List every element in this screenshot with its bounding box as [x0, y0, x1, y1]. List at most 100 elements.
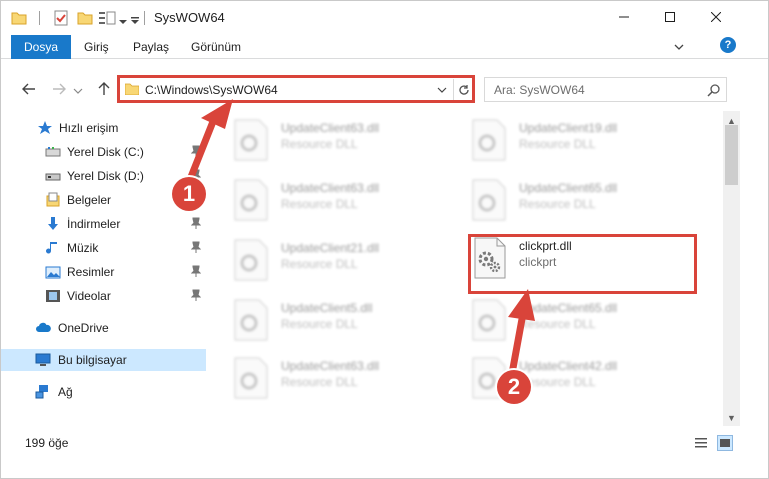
sidebar-item-pictures[interactable]: Resimler: [1, 261, 206, 283]
list-item[interactable]: UpdateClient42.dll Resource DLL: [459, 351, 689, 405]
file-name: UpdateClient63.dll: [281, 359, 380, 373]
sidebar-item-network[interactable]: Ağ: [1, 381, 206, 403]
sidebar-item-label: Resimler: [67, 265, 115, 279]
file-type: Resource DLL: [519, 197, 596, 211]
file-name: UpdateClient5.dll: [281, 301, 373, 315]
network-icon: [35, 385, 48, 399]
step-badge-1: 1: [172, 177, 206, 211]
sidebar-item-this-pc[interactable]: Bu bilgisayar: [1, 349, 206, 371]
dll-file-icon: [234, 357, 268, 399]
sidebar-item-label: Bu bilgisayar: [58, 353, 127, 367]
download-icon: [48, 217, 58, 230]
file-name: UpdateClient19.dll: [519, 121, 618, 135]
search-input[interactable]: Ara: SysWOW64: [494, 83, 585, 97]
file-name: UpdateClient42.dll: [519, 359, 618, 373]
details-view-icon[interactable]: [694, 436, 708, 450]
quick-access-menu-icon[interactable]: [130, 12, 140, 28]
step-badge-2: 2: [497, 370, 531, 404]
sidebar-item-label: Yerel Disk (D:): [67, 169, 144, 183]
pin-icon: [191, 265, 201, 277]
scroll-down-icon[interactable]: ▼: [727, 413, 736, 423]
minimize-icon: [619, 16, 629, 18]
documents-icon: [46, 192, 60, 207]
maximize-icon: [665, 12, 675, 22]
expand-ribbon-icon[interactable]: [673, 41, 685, 53]
sidebar-item-label: İndirmeler: [67, 217, 121, 231]
tiles-view-icon: [720, 439, 730, 447]
minimize-button[interactable]: [601, 1, 647, 33]
pin-icon: [191, 145, 201, 157]
sidebar-item-label: Videolar: [67, 289, 111, 303]
up-arrow-icon[interactable]: [96, 81, 112, 97]
list-item[interactable]: UpdateClient65.dll Resource DLL: [459, 293, 689, 347]
chevron-down-icon[interactable]: [118, 14, 128, 30]
toolbar-separator: [39, 11, 40, 25]
item-count: 199 öğe: [25, 436, 69, 450]
file-name: UpdateClient63.dll: [281, 121, 380, 135]
file-highlight-box: [468, 234, 697, 294]
properties-check-icon[interactable]: [53, 10, 69, 26]
sidebar-item-downloads[interactable]: İndirmeler: [1, 213, 206, 235]
music-icon: [46, 242, 57, 254]
star-icon: [38, 121, 52, 134]
list-item[interactable]: UpdateClient65.dll Resource DLL: [459, 173, 689, 227]
navigation-pane: Hızlı erişim Yerel Disk (C:) Yerel Disk …: [1, 111, 206, 421]
help-icon[interactable]: ?: [720, 37, 736, 53]
file-type: Resource DLL: [519, 137, 596, 151]
toolbar-separator: [144, 11, 145, 25]
file-type: Resource DLL: [281, 317, 358, 331]
video-icon: [46, 290, 60, 302]
dll-file-icon: [234, 179, 268, 221]
file-type: Resource DLL: [281, 257, 358, 271]
forward-arrow-icon[interactable]: [51, 81, 67, 97]
list-item[interactable]: UpdateClient63.dll Resource DLL: [221, 351, 451, 405]
sidebar-item-local-disk-c[interactable]: Yerel Disk (C:): [1, 141, 206, 163]
folder-icon[interactable]: [11, 10, 27, 26]
list-item[interactable]: UpdateClient5.dll Resource DLL: [221, 293, 451, 347]
list-item[interactable]: UpdateClient21.dll Resource DLL: [221, 233, 451, 287]
cloud-icon: [36, 322, 51, 332]
list-item[interactable]: UpdateClient63.dll Resource DLL: [221, 173, 451, 227]
tab-share[interactable]: Paylaş: [133, 40, 169, 54]
list-item[interactable]: UpdateClient63.dll Resource DLL: [221, 113, 451, 167]
pin-icon: [191, 241, 201, 253]
pictures-icon: [45, 266, 61, 279]
computer-icon: [35, 353, 51, 366]
sidebar-item-label: Belgeler: [67, 193, 112, 207]
dll-file-icon: [472, 179, 506, 221]
dll-file-icon: [472, 299, 506, 341]
window-title: SysWOW64: [154, 10, 225, 25]
tab-home[interactable]: Giriş: [84, 40, 109, 54]
dll-file-icon: [234, 119, 268, 161]
customize-icon[interactable]: [98, 10, 116, 26]
close-button[interactable]: [693, 1, 739, 33]
vertical-scrollbar[interactable]: ▲ ▼: [723, 111, 740, 426]
search-box[interactable]: Ara: SysWOW64: [484, 77, 727, 102]
sidebar-item-onedrive[interactable]: OneDrive: [1, 317, 206, 339]
title-bar: SysWOW64: [1, 1, 768, 33]
large-icons-view-button[interactable]: [717, 435, 733, 451]
recent-locations-icon[interactable]: [73, 83, 83, 99]
back-arrow-icon[interactable]: [21, 81, 37, 97]
sidebar-item-music[interactable]: Müzik: [1, 237, 206, 259]
drive-icon: [45, 173, 61, 181]
pin-icon: [191, 289, 201, 301]
status-bar: 199 öğe: [1, 431, 768, 455]
scroll-thumb[interactable]: [725, 125, 738, 185]
sidebar-item-quick-access[interactable]: Hızlı erişim: [1, 117, 206, 139]
dll-file-icon: [234, 239, 268, 281]
search-icon[interactable]: [707, 83, 721, 97]
sidebar-item-label: Yerel Disk (C:): [67, 145, 144, 159]
tab-file[interactable]: Dosya: [11, 35, 71, 59]
file-name: UpdateClient65.dll: [519, 181, 618, 195]
maximize-button[interactable]: [647, 1, 693, 33]
tab-view[interactable]: Görünüm: [191, 40, 241, 54]
address-highlight-box: [117, 75, 475, 103]
new-folder-icon[interactable]: [77, 10, 93, 26]
list-item[interactable]: UpdateClient19.dll Resource DLL: [459, 113, 689, 167]
file-type: Resource DLL: [281, 137, 358, 151]
sidebar-item-videos[interactable]: Videolar: [1, 285, 206, 307]
ribbon-tabs: Dosya Giriş Paylaş Görünüm ?: [1, 33, 768, 59]
file-type: Resource DLL: [281, 197, 358, 211]
file-name: UpdateClient63.dll: [281, 181, 380, 195]
